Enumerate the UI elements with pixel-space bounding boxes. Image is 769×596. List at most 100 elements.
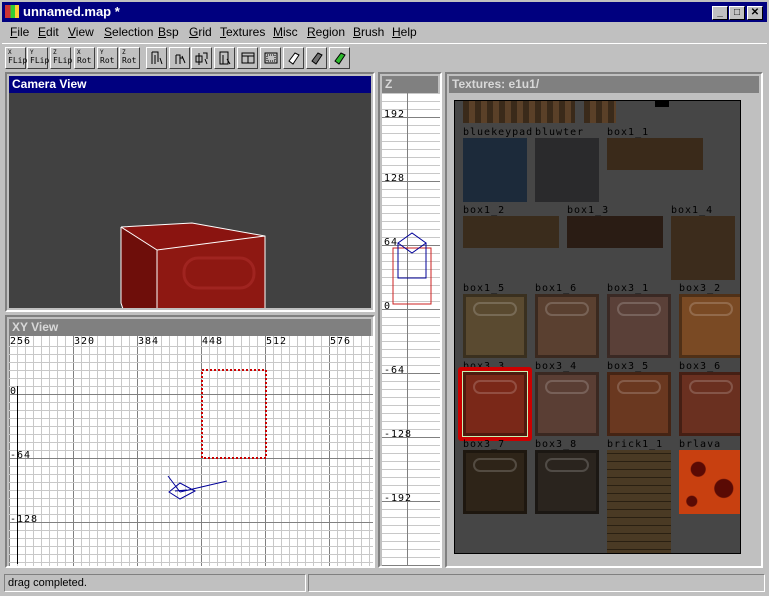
menu-bar: File Edit View Selection Bsp Grid Textur…	[2, 22, 767, 42]
texture-box1_4[interactable]	[671, 216, 735, 280]
minimize-button[interactable]: _	[712, 6, 728, 20]
menu-grid[interactable]: Grid	[189, 25, 212, 39]
menu-brush[interactable]: Brush	[353, 25, 384, 39]
x-rotate-button[interactable]: X Rot	[74, 47, 95, 69]
y-rotate-button[interactable]: Y Rot	[97, 47, 118, 69]
texture-box1_2[interactable]	[463, 216, 559, 248]
axis-label: Z	[53, 49, 57, 56]
texture-browser-pane: Textures: e1u1/ bluekeypad bluwter box1_…	[445, 72, 763, 568]
texture-box3_5[interactable]	[607, 372, 671, 436]
texture-box1_1[interactable]	[607, 138, 703, 170]
texture-slot-detail	[473, 302, 517, 316]
z-viewport[interactable]: 192 128 64 0 -64 -128 -192	[382, 93, 440, 566]
texture-box3_2[interactable]	[679, 294, 740, 358]
camera-view-pane: Camera View	[5, 72, 375, 312]
z-tick: -128	[384, 429, 413, 440]
texture-name: brlava	[679, 439, 722, 450]
menu-textures[interactable]: Textures	[220, 25, 265, 39]
texture-slot-detail	[689, 302, 733, 316]
select-partial-tall-icon	[195, 52, 208, 65]
texture-grid[interactable]: bluekeypad bluwter box1_1 box1_2 box1_3 …	[454, 100, 741, 554]
clipper-button[interactable]	[283, 47, 304, 69]
title-bar: unnamed.map * _ □ ✕	[0, 0, 769, 22]
xy-tick-x: 320	[74, 336, 96, 347]
status-bar: drag completed.	[2, 572, 767, 594]
texture-name: box1_3	[567, 205, 610, 216]
texture-thumbnail[interactable]	[584, 101, 616, 123]
menu-view[interactable]: View	[68, 25, 94, 39]
texture-box1_5[interactable]	[463, 294, 527, 358]
button-label: FLip	[53, 56, 73, 65]
texture-bluwter[interactable]	[535, 138, 599, 202]
menu-selection[interactable]: Selection	[104, 25, 153, 39]
texture-box1_6[interactable]	[535, 294, 599, 358]
clipper-green-button[interactable]	[329, 47, 350, 69]
texture-box3_3[interactable]	[462, 371, 528, 437]
texture-name: box3_7	[463, 439, 506, 450]
menu-help[interactable]: Help	[392, 25, 417, 39]
menu-bsp[interactable]: Bsp	[158, 25, 179, 39]
texture-slot-detail	[545, 302, 589, 316]
texture-thumbnail[interactable]	[655, 101, 669, 107]
xy-tick-x: 384	[138, 336, 160, 347]
csg-merge-button[interactable]	[260, 47, 281, 69]
y-flip-button[interactable]: Y FLip	[27, 47, 49, 69]
button-label: Rot	[100, 56, 115, 65]
texture-box3_4[interactable]	[535, 372, 599, 436]
xy-tick-x: 448	[202, 336, 224, 347]
z-view-pane: Z 192 128 64 0 -64 -128 -192	[378, 72, 442, 568]
texture-box1_3[interactable]	[567, 216, 663, 248]
z-view-title: Z	[382, 76, 438, 93]
texture-box3_1[interactable]	[607, 294, 671, 358]
axis-label: Z	[122, 49, 126, 56]
app-icon	[5, 5, 19, 18]
camera-view-title: Camera View	[9, 76, 371, 93]
xy-tick-y: -64	[10, 450, 32, 461]
texture-box3_8[interactable]	[535, 450, 599, 514]
camera-marker	[167, 475, 228, 500]
texture-brick1_1[interactable]	[607, 450, 671, 553]
z-rotate-button[interactable]: Z Rot	[119, 47, 140, 69]
select-touching-button[interactable]	[169, 47, 190, 69]
select-complete-tall-icon	[151, 51, 163, 65]
texture-brlava[interactable]	[679, 450, 740, 514]
clipper-icon	[288, 52, 300, 65]
texture-name: box3_2	[679, 283, 722, 294]
axis-label: X	[77, 49, 81, 56]
select-partial-tall-button[interactable]	[191, 47, 212, 69]
texture-slot-detail	[689, 380, 733, 394]
z-brush-outline	[392, 247, 432, 305]
texture-name: brick1_1	[607, 439, 664, 450]
xy-view-title: XY View	[9, 319, 371, 336]
clipper-dark-icon	[311, 52, 323, 65]
csg-subtract-button[interactable]	[237, 47, 258, 69]
xy-viewport[interactable]: 256 320 384 448 512 576 0 -64 -128	[9, 336, 373, 566]
texture-browser-title: Textures: e1u1/	[449, 76, 759, 93]
texture-slot-detail	[617, 380, 661, 394]
select-complete-tall-button[interactable]	[146, 47, 167, 69]
maximize-button[interactable]: □	[729, 6, 745, 20]
menu-region[interactable]: Region	[307, 25, 345, 39]
z-flip-button[interactable]: Z FLip	[50, 47, 73, 69]
x-flip-button[interactable]: X FLip	[5, 47, 27, 69]
texture-bluekeypad[interactable]	[463, 138, 527, 202]
texture-name: bluekeypad	[463, 127, 534, 138]
menu-edit[interactable]: Edit	[38, 25, 59, 39]
window-title: unnamed.map *	[23, 4, 120, 19]
select-touching-icon	[175, 54, 186, 64]
texture-name: box1_6	[535, 283, 578, 294]
texture-name: box3_8	[535, 439, 578, 450]
camera-scene	[120, 222, 266, 308]
close-button[interactable]: ✕	[747, 6, 763, 20]
menu-misc[interactable]: Misc	[273, 25, 298, 39]
texture-name: box3_1	[607, 283, 650, 294]
clipper-dark-button[interactable]	[306, 47, 327, 69]
clipper-green-icon	[334, 52, 346, 65]
texture-thumbnail[interactable]	[463, 101, 575, 123]
button-label: Rot	[122, 56, 137, 65]
texture-box3_7[interactable]	[463, 450, 527, 514]
camera-viewport[interactable]	[9, 93, 371, 308]
texture-box3_6[interactable]	[679, 372, 740, 436]
menu-file[interactable]: File	[10, 25, 29, 39]
select-inside-button[interactable]	[214, 47, 235, 69]
